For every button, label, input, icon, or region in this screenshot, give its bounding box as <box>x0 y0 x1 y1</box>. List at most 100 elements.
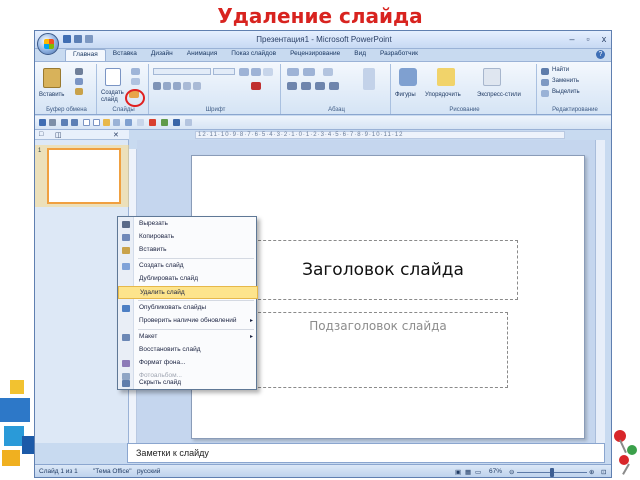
find-icon[interactable] <box>541 68 549 75</box>
toolbar-preview-icon[interactable] <box>125 119 132 126</box>
view-slideshow-icon[interactable]: ▭ <box>475 468 481 476</box>
grow-font-icon[interactable] <box>239 68 249 76</box>
toolbar-mail-icon[interactable] <box>113 119 120 126</box>
menu-item-check-updates[interactable]: Проверить наличие обновлений ▸ <box>118 315 258 328</box>
tab-view[interactable]: Вид <box>347 49 373 61</box>
shadow-icon[interactable] <box>193 82 201 90</box>
toolbar-image-icon[interactable] <box>161 119 168 126</box>
zoom-level[interactable]: 67% <box>489 468 502 475</box>
toolbar-chart-icon[interactable] <box>149 119 156 126</box>
tab-slideshow[interactable]: Показ слайдов <box>224 49 283 61</box>
quick-styles-icon[interactable] <box>483 68 501 86</box>
font-color-icon[interactable] <box>251 82 261 90</box>
restore-button[interactable]: ▫ <box>583 34 593 44</box>
toolbar-redo-icon[interactable] <box>71 119 78 126</box>
toolbar-save-icon[interactable] <box>39 119 46 126</box>
close-button[interactable]: x <box>599 34 609 44</box>
find-label[interactable]: Найти <box>552 67 569 73</box>
toolbar-more-icon[interactable] <box>185 119 192 126</box>
minimize-button[interactable]: – <box>567 34 577 44</box>
group-label-font: Шрифт <box>205 107 226 113</box>
toolbar-color-icon[interactable] <box>173 119 180 126</box>
italic-icon[interactable] <box>163 82 171 90</box>
arrange-icon[interactable] <box>437 68 455 86</box>
outline-tab-icon[interactable]: □ <box>39 131 43 138</box>
reset-icon[interactable] <box>131 78 140 85</box>
menu-item-layout[interactable]: Макет ▸ <box>118 331 258 344</box>
tab-review[interactable]: Рецензирование <box>283 49 347 61</box>
menu-item-hide-slide[interactable]: Скрыть слайд <box>118 377 258 390</box>
menu-item-cut[interactable]: Вырезать <box>118 218 258 231</box>
tab-animation[interactable]: Анимация <box>180 49 225 61</box>
zoom-in-icon[interactable]: ⊕ <box>589 468 594 476</box>
replace-label[interactable]: Заменить <box>552 78 579 84</box>
paste-button-label[interactable]: Вставить <box>39 92 64 98</box>
bold-icon[interactable] <box>153 82 161 90</box>
slide-thumbnail[interactable] <box>47 148 121 204</box>
menu-item-new-slide[interactable]: Создать слайд <box>118 260 258 273</box>
paste-icon[interactable] <box>43 68 61 88</box>
toolbar-open-icon[interactable] <box>103 119 110 126</box>
font-name-field[interactable] <box>153 68 211 75</box>
fit-window-icon[interactable]: ⊡ <box>601 468 606 476</box>
slides-tab-icon[interactable]: ◫ <box>55 131 62 139</box>
menu-item-reset-slide[interactable]: Восстановить слайд <box>118 344 258 357</box>
close-pane-icon[interactable]: ✕ <box>113 131 119 139</box>
align-left-icon[interactable] <box>287 82 297 90</box>
shapes-icon[interactable] <box>399 68 417 86</box>
zoom-slider-knob[interactable] <box>550 468 554 477</box>
help-icon[interactable]: ? <box>596 50 605 59</box>
tab-insert[interactable]: Вставка <box>106 49 144 61</box>
subtitle-placeholder[interactable]: Подзаголовок слайда <box>248 312 508 388</box>
layout-icon[interactable] <box>131 68 140 75</box>
menu-item-label: Копировать <box>139 233 174 240</box>
shapes-label[interactable]: Фигуры <box>395 92 416 98</box>
toolbar-undo-icon[interactable] <box>61 119 68 126</box>
shrink-font-icon[interactable] <box>251 68 261 76</box>
menu-item-publish-slides[interactable]: Опубликовать слайды <box>118 302 258 315</box>
replace-icon[interactable] <box>541 79 549 86</box>
select-label[interactable]: Выделить <box>552 89 580 95</box>
cut-icon[interactable] <box>75 68 83 75</box>
group-label-clipboard: Буфер обмена <box>46 107 87 113</box>
bullets-icon[interactable] <box>287 68 299 76</box>
menu-item-label: Вставить <box>139 246 167 253</box>
copy-icon[interactable] <box>75 78 83 85</box>
underline-icon[interactable] <box>173 82 181 90</box>
office-button[interactable] <box>37 33 59 55</box>
justify-icon[interactable] <box>329 82 339 90</box>
menu-item-label: Вырезать <box>139 220 168 227</box>
menu-item-format-background[interactable]: Формат фона... <box>118 357 258 370</box>
powerpoint-window: Презентация1 - Microsoft PowerPoint – ▫ … <box>34 30 612 478</box>
tab-developer[interactable]: Разработчик <box>373 49 425 61</box>
align-right-icon[interactable] <box>315 82 325 90</box>
title-placeholder[interactable]: Заголовок слайда <box>248 240 518 300</box>
align-center-icon[interactable] <box>301 82 311 90</box>
arrange-label[interactable]: Упорядочить <box>425 92 461 98</box>
zoom-out-icon[interactable]: ⊖ <box>509 468 514 476</box>
toolbar-text-icon[interactable] <box>83 119 90 126</box>
vertical-scrollbar[interactable] <box>595 140 605 443</box>
toolbar-table-icon[interactable] <box>137 119 144 126</box>
menu-item-duplicate-slide[interactable]: Дублировать слайд <box>118 273 258 286</box>
font-size-field[interactable] <box>213 68 235 75</box>
quick-styles-label[interactable]: Экспресс-стили <box>477 92 521 98</box>
text-direction-icon[interactable] <box>363 68 375 90</box>
strikethrough-icon[interactable] <box>183 82 191 90</box>
select-icon[interactable] <box>541 90 549 97</box>
indent-icon[interactable] <box>323 68 333 76</box>
toolbar-print-icon[interactable] <box>49 119 56 126</box>
menu-item-paste[interactable]: Вставить <box>118 244 258 257</box>
format-painter-icon[interactable] <box>75 88 83 95</box>
menu-item-delete-slide[interactable]: Удалить слайд <box>118 286 258 299</box>
menu-item-copy[interactable]: Копировать <box>118 231 258 244</box>
tab-home[interactable]: Главная <box>65 49 106 61</box>
view-sorter-icon[interactable]: ▦ <box>465 468 471 476</box>
numbering-icon[interactable] <box>303 68 315 76</box>
view-normal-icon[interactable]: ▣ <box>455 468 461 476</box>
tab-design[interactable]: Дизайн <box>144 49 180 61</box>
toolbar-new-icon[interactable] <box>93 119 100 126</box>
new-slide-icon[interactable] <box>105 68 121 86</box>
notes-pane[interactable]: Заметки к слайду <box>127 443 605 463</box>
clear-format-icon[interactable] <box>263 68 273 76</box>
